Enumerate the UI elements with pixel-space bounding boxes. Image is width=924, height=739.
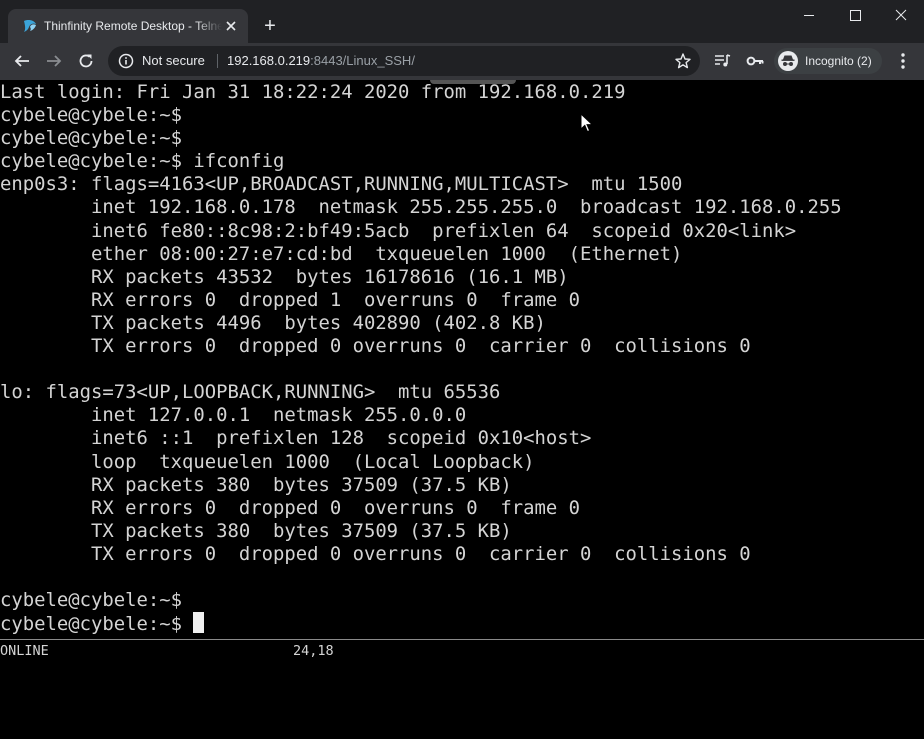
arrow-left-icon [14,55,29,67]
terminal-line: inet6 ::1 prefixlen 128 scopeid 0x10<hos… [0,427,592,450]
terminal-line: enp0s3: flags=4163<UP,BROADCAST,RUNNING,… [0,173,683,196]
terminal-line: ether 08:00:27:e7:cd:bd txqueuelen 1000 … [0,242,683,265]
terminal-line: Last login: Fri Jan 31 18:22:24 2020 fro… [0,81,626,103]
terminal-line: lo: flags=73<UP,LOOPBACK,RUNNING> mtu 65… [0,381,501,404]
address-bar[interactable]: Not secure 192.168.0.219:8443/Linux_SSH/ [108,46,700,76]
terminal-line: cybele@cybele:~$ [0,104,182,127]
incognito-icon [778,51,798,71]
mouse-pointer-icon [580,113,594,133]
terminal-cursor [193,612,205,634]
media-control-icon[interactable] [712,51,732,71]
url-path: :8443/Linux_SSH/ [310,53,415,68]
terminal-line: RX errors 0 dropped 0 overruns 0 frame 0 [0,496,581,519]
kebab-menu-icon[interactable] [893,51,913,71]
terminal-line: TX packets 4496 bytes 402890 (402.8 KB) [0,311,546,334]
terminal-viewport[interactable]: Last login: Fri Jan 31 18:22:24 2020 fro… [0,80,924,739]
terminal-line: inet 192.168.0.178 netmask 255.255.255.0… [0,196,842,219]
cursor-position: 24,18 [293,643,334,659]
arrow-right-icon [47,55,62,67]
terminal-line: RX errors 0 dropped 1 overruns 0 frame 0 [0,288,581,311]
omnibox-divider [217,54,218,68]
terminal-line: inet 127.0.0.1 netmask 255.0.0.0 [0,404,467,427]
terminal-line: cybele@cybele:~$ [0,127,182,150]
terminal-prompt: cybele@cybele:~$ [0,613,194,636]
key-icon[interactable] [745,51,765,71]
terminal-line: RX packets 380 bytes 37509 (37.5 KB) [0,473,512,496]
close-icon[interactable] [222,17,240,35]
terminal-line: RX packets 43532 bytes 16178616 (16.1 MB… [0,265,569,288]
terminal-line: inet6 fe80::8c98:2:bf49:5acb prefixlen 6… [0,219,797,242]
thinfinity-logo-icon [24,20,36,32]
url-text[interactable]: 192.168.0.219:8443/Linux_SSH/ [227,46,415,76]
terminal-line: loop txqueuelen 1000 (Local Loopback) [0,450,535,473]
window-maximize-button[interactable] [832,0,878,30]
status-divider [0,639,924,640]
connection-status: ONLINE [0,643,49,659]
terminal-line: TX errors 0 dropped 0 overruns 0 carrier… [0,542,751,565]
forward-button[interactable] [40,47,68,75]
window-close-button[interactable] [878,0,924,30]
browser-toolbar: Not secure 192.168.0.219:8443/Linux_SSH/… [0,43,924,80]
new-tab-button[interactable]: + [258,14,282,38]
back-button[interactable] [8,47,36,75]
browser-tab[interactable]: Thinfinity Remote Desktop - Telnet [8,9,248,43]
star-icon[interactable] [674,52,692,70]
terminal-line: TX packets 380 bytes 37509 (37.5 KB) [0,519,512,542]
incognito-label: Incognito (2) [805,54,872,68]
terminal-prompt-line[interactable]: cybele@cybele:~$ [0,612,924,635]
url-host: 192.168.0.219 [227,53,311,68]
reload-button[interactable] [72,47,100,75]
reload-icon [79,54,93,68]
terminal-output: Last login: Fri Jan 31 18:22:24 2020 fro… [0,81,924,635]
security-label[interactable]: Not secure [142,46,205,76]
info-icon[interactable] [118,53,134,69]
browser-titlebar: Thinfinity Remote Desktop - Telnet + [0,0,924,43]
tab-title: Thinfinity Remote Desktop - Telnet [44,19,222,33]
terminal-line: cybele@cybele:~$ [0,589,182,612]
incognito-button[interactable]: Incognito (2) [774,48,882,74]
terminal-line: cybele@cybele:~$ ifconfig [0,150,285,173]
window-minimize-button[interactable] [786,0,832,30]
terminal-line: TX errors 0 dropped 0 overruns 0 carrier… [0,335,751,358]
